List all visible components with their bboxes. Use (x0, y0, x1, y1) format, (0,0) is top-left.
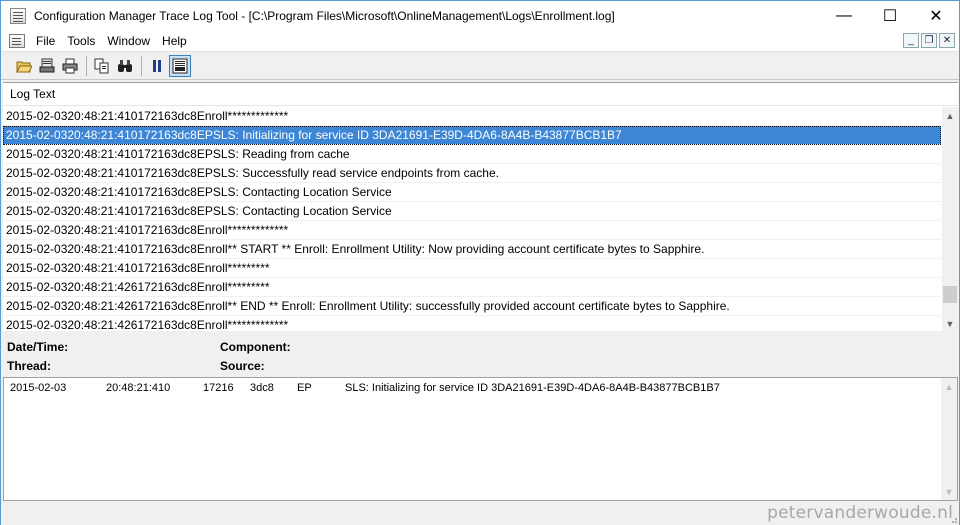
source-label: Source: (220, 359, 265, 373)
print-icon[interactable] (59, 55, 81, 77)
menu-window[interactable]: Window (104, 34, 159, 48)
details-pane[interactable]: 2015-02-03 20:48:21:410 17216 3dc8 EP SL… (3, 377, 958, 501)
mdi-controls: _ ❐ ✕ (903, 33, 955, 48)
resize-grip-icon[interactable] (948, 514, 958, 524)
log-row[interactable]: 2015-02-0320:48:21:410172163dc8Enroll** … (3, 240, 941, 259)
window-title: Configuration Manager Trace Log Tool - [… (34, 9, 615, 23)
toolbar-separator (141, 56, 142, 76)
log-rows: 2015-02-0320:48:21:410172163dc8Enroll***… (3, 107, 941, 335)
details-header: Date/Time: Thread: Component: Source: (3, 333, 958, 377)
details-pane-icon[interactable] (169, 55, 191, 77)
entry-time: 20:48:21:410 (106, 382, 171, 394)
entry-thread: 17216 (203, 382, 234, 394)
log-scrollbar[interactable]: ▲ ▼ (942, 107, 958, 332)
toolbar (1, 53, 959, 80)
window-controls: — ☐ ✕ (821, 1, 959, 31)
details-scroll-up-icon[interactable]: ▲ (941, 378, 957, 395)
log-text-column-header[interactable]: Log Text (3, 83, 958, 106)
menu-tools[interactable]: Tools (64, 34, 104, 48)
print-preview-icon[interactable] (36, 55, 58, 77)
entry-thread-hex: 3dc8 (250, 382, 274, 394)
menu-bar: File Tools Window Help _ ❐ ✕ (1, 31, 959, 52)
details-scrollbar[interactable]: ▲ ▼ (941, 378, 957, 500)
details-entry-row: 2015-02-03 20:48:21:410 17216 3dc8 EP SL… (4, 382, 939, 398)
details-scroll-down-icon[interactable]: ▼ (941, 483, 957, 500)
watermark: petervanderwoude.nl (767, 503, 953, 523)
log-row[interactable]: 2015-02-0320:48:21:410172163dc8EPSLS: In… (3, 126, 941, 145)
minimize-button[interactable]: — (821, 1, 867, 31)
open-icon[interactable] (13, 55, 35, 77)
status-bar: petervanderwoude.nl (1, 502, 959, 525)
log-row[interactable]: 2015-02-0320:48:21:426172163dc8Enroll** … (3, 297, 941, 316)
scroll-thumb[interactable] (943, 285, 957, 303)
maximize-button[interactable]: ☐ (867, 1, 913, 31)
log-row[interactable]: 2015-02-0320:48:21:410172163dc8EPSLS: Su… (3, 164, 941, 183)
entry-message: SLS: Initializing for service ID 3DA2169… (345, 382, 720, 394)
mdi-close-button[interactable]: ✕ (939, 33, 955, 48)
date-time-label: Date/Time: (7, 340, 69, 354)
mdi-restore-button[interactable]: ❐ (921, 33, 937, 48)
document-icon[interactable] (9, 34, 25, 48)
menu-help[interactable]: Help (159, 34, 196, 48)
toolbar-separator (86, 56, 87, 76)
find-icon[interactable] (114, 55, 136, 77)
log-row[interactable]: 2015-02-0320:48:21:410172163dc8EPSLS: Co… (3, 202, 941, 221)
app-icon (10, 8, 26, 24)
log-row[interactable]: 2015-02-0320:48:21:410172163dc8Enroll***… (3, 221, 941, 240)
entry-date: 2015-02-03 (10, 382, 67, 394)
log-row[interactable]: 2015-02-0320:48:21:410172163dc8EPSLS: Re… (3, 145, 941, 164)
thread-label: Thread: (7, 359, 52, 373)
scroll-down-icon[interactable]: ▼ (942, 315, 958, 332)
log-row[interactable]: 2015-02-0320:48:21:410172163dc8Enroll***… (3, 259, 941, 278)
scroll-up-icon[interactable]: ▲ (942, 107, 958, 124)
pause-icon[interactable] (146, 55, 168, 77)
log-row[interactable]: 2015-02-0320:48:21:426172163dc8Enroll***… (3, 278, 941, 297)
mdi-minimize-button[interactable]: _ (903, 33, 919, 48)
log-row[interactable]: 2015-02-0320:48:21:410172163dc8EPSLS: Co… (3, 183, 941, 202)
close-button[interactable]: ✕ (913, 1, 959, 31)
entry-component: EP (297, 382, 312, 394)
menu-file[interactable]: File (33, 34, 64, 48)
log-row[interactable]: 2015-02-0320:48:21:410172163dc8Enroll***… (3, 107, 941, 126)
app-window: Configuration Manager Trace Log Tool - [… (0, 0, 960, 525)
copy-icon[interactable] (91, 55, 113, 77)
log-list[interactable]: Log Text 2015-02-0320:48:21:410172163dc8… (3, 82, 958, 335)
component-label: Component: (220, 340, 291, 354)
title-bar[interactable]: Configuration Manager Trace Log Tool - [… (1, 1, 959, 31)
